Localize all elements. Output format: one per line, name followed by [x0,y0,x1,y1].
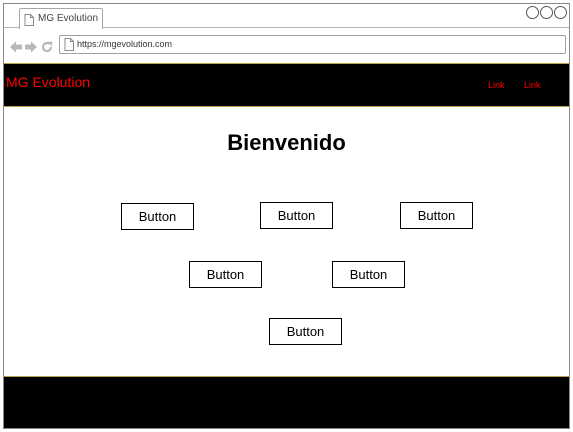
forward-arrow-icon[interactable] [25,40,37,58]
main-content: Bienvenido Button Button Button Button B… [4,108,569,376]
url-text: https://mgevolution.com [77,39,173,49]
brand-logo-text[interactable]: MG Evolution [6,74,90,90]
page-title: Bienvenido [227,130,346,155]
close-icon[interactable] [554,6,567,19]
document-icon [64,38,74,56]
minimize-icon[interactable] [526,6,539,19]
tab-title: MG Evolution [38,13,99,24]
nav-link-1[interactable]: Link [488,80,505,90]
button-2[interactable]: Button [260,202,333,229]
nav-link-2[interactable]: Link [524,80,541,90]
window-controls [526,6,567,19]
back-arrow-icon[interactable] [10,40,22,58]
site-footer [4,376,569,428]
browser-tab[interactable]: MG Evolution [19,8,103,29]
address-toolbar: https://mgevolution.com [4,29,569,63]
button-3[interactable]: Button [400,202,473,229]
button-6[interactable]: Button [269,318,342,345]
url-input[interactable]: https://mgevolution.com [59,35,566,54]
button-4[interactable]: Button [189,261,262,288]
tab-strip: MG Evolution [4,4,569,29]
button-5[interactable]: Button [332,261,405,288]
reload-icon[interactable] [41,40,53,58]
maximize-icon[interactable] [540,6,553,19]
button-1[interactable]: Button [121,203,194,230]
site-header: MG Evolution Link Link [4,63,569,107]
browser-window: MG Evolution https://mgevolution.com MG … [3,3,570,429]
